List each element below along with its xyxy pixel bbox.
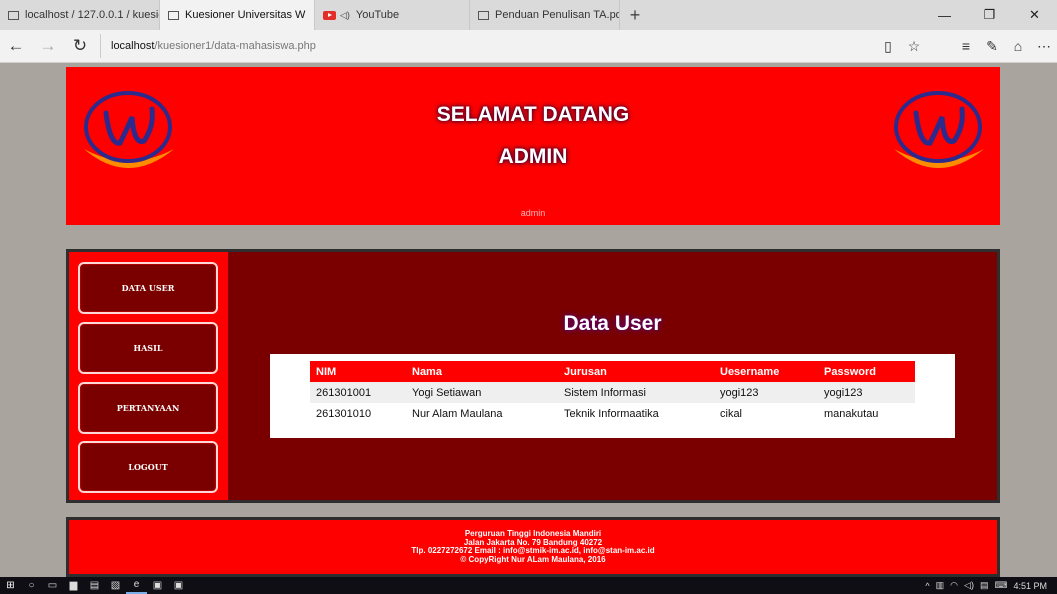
window-controls: — ❐ ✕	[922, 0, 1057, 30]
favorite-star-icon[interactable]: ☆	[901, 38, 927, 55]
sidebar-item-logout[interactable]: LOGOUT	[78, 441, 218, 493]
user-table-container: NIM Nama Jurusan Uesername Password 2613…	[270, 354, 955, 438]
address-bar[interactable]: localhost/kuesioner1/data-mahasiswa.php	[100, 34, 875, 58]
column-header: Uesername	[714, 361, 818, 382]
user-table: NIM Nama Jurusan Uesername Password 2613…	[310, 361, 915, 424]
new-tab-button[interactable]: +	[620, 0, 650, 30]
start-icon[interactable]: ⊞	[0, 577, 21, 594]
page-icon	[478, 10, 489, 20]
address-host: localhost	[111, 40, 155, 52]
back-arrow-icon[interactable]: ←	[0, 30, 32, 63]
browser-tab-bar: localhost / 127.0.0.1 / kuesic Kuesioner…	[0, 0, 1057, 30]
web-note-icon[interactable]: ✎	[979, 38, 1005, 55]
system-tray: ^ ▥ ◠ ◁) ▤ ⌨ 4:51 PM	[925, 580, 1057, 591]
tab-kuesioner[interactable]: Kuesioner Universitas W ✕	[160, 0, 315, 30]
edge-browser-icon[interactable]: e	[126, 577, 147, 594]
table-cell: Nur Alam Maulana	[406, 403, 558, 424]
tab-label: Kuesioner Universitas W	[185, 9, 306, 21]
windows-taskbar: ⊞ ○ ▭ ▆ ▤ ▧ e ▣ ▣ ^ ▥ ◠ ◁) ▤ ⌨ 4:51 PM	[0, 577, 1057, 594]
file-explorer-icon[interactable]: ▆	[63, 577, 84, 594]
sidebar-item-hasil[interactable]: HASIL	[78, 322, 218, 374]
forward-arrow-icon[interactable]: →	[32, 30, 64, 63]
logged-user: admin	[520, 208, 546, 218]
address-toolbar: ← → ↻ localhost/kuesioner1/data-mahasisw…	[0, 30, 1057, 63]
address-path: /kuesioner1/data-mahasiswa.php	[154, 40, 316, 52]
table-cell: 261301010	[310, 403, 406, 424]
volume-icon[interactable]: ◁)	[964, 580, 974, 591]
store-icon[interactable]: ▤	[84, 577, 105, 594]
table-cell: Teknik Informaatika	[558, 403, 714, 424]
tab-label: localhost / 127.0.0.1 / kuesic	[25, 9, 160, 21]
table-cell: Sistem Informasi	[558, 382, 714, 403]
column-header: Password	[818, 361, 915, 382]
page-background: SELAMAT DATANG ADMIN admin DATA USER HAS…	[0, 63, 1057, 577]
chevron-up-icon[interactable]: ^	[925, 581, 929, 591]
keyboard-icon[interactable]: ⌨	[994, 580, 1007, 591]
app-icon[interactable]: ▣	[147, 577, 168, 594]
app-icon[interactable]: ▧	[105, 577, 126, 594]
search-icon[interactable]: ○	[21, 577, 42, 594]
restore-button[interactable]: ❐	[967, 0, 1012, 30]
main-panel: DATA USER HASIL PERTANYAAN LOGOUT Data U…	[66, 249, 1000, 503]
table-cell: yogi123	[818, 382, 915, 403]
table-row: 261301001 Yogi Setiawan Sistem Informasi…	[310, 382, 915, 403]
tab-label: YouTube	[355, 9, 400, 21]
tab-youtube[interactable]: ◁) YouTube	[315, 0, 470, 30]
notification-icon[interactable]: ▤	[980, 580, 989, 591]
more-icon[interactable]: ⋯	[1031, 38, 1057, 55]
page-icon	[8, 10, 19, 20]
table-row: 261301010 Nur Alam Maulana Teknik Inform…	[310, 403, 915, 424]
tab-phpmyadmin[interactable]: localhost / 127.0.0.1 / kuesic	[0, 0, 160, 30]
university-logo-icon	[894, 91, 984, 168]
network-icon[interactable]: ▥	[936, 580, 945, 591]
share-icon[interactable]: ⌂	[1005, 38, 1031, 55]
app-icon[interactable]: ▣	[168, 577, 189, 594]
table-header-row: NIM Nama Jurusan Uesername Password	[310, 361, 915, 382]
welcome-title: SELAMAT DATANG	[436, 103, 630, 126]
minimize-button[interactable]: —	[922, 0, 967, 30]
table-cell: Yogi Setiawan	[406, 382, 558, 403]
hub-icon[interactable]: ≡	[953, 38, 979, 55]
tab-label: Penduan Penulisan TA.pdf	[495, 9, 620, 21]
speaker-icon[interactable]: ◁)	[340, 10, 350, 21]
column-header: Jurusan	[558, 361, 714, 382]
column-header: NIM	[310, 361, 406, 382]
page-icon	[168, 10, 179, 20]
table-cell: 261301001	[310, 382, 406, 403]
youtube-icon	[323, 10, 336, 20]
reading-view-icon[interactable]: ▯	[875, 38, 901, 55]
table-cell: manakutau	[818, 403, 915, 424]
sidebar-item-pertanyaan[interactable]: PERTANYAAN	[78, 382, 218, 434]
page-title: Data User	[563, 312, 662, 335]
role-title: ADMIN	[498, 145, 568, 168]
toolbar-buttons: ▯ ☆ ≡ ✎ ⌂ ⋯	[875, 38, 1057, 55]
site-header: SELAMAT DATANG ADMIN admin	[66, 67, 1000, 225]
column-header: Nama	[406, 361, 558, 382]
sidebar-item-data-user[interactable]: DATA USER	[78, 262, 218, 314]
refresh-icon[interactable]: ↻	[64, 30, 96, 63]
table-cell: cikal	[714, 403, 818, 424]
close-window-button[interactable]: ✕	[1012, 0, 1057, 30]
footer-copyright: © CopyRight Nur ALam Maulana, 2016	[460, 554, 606, 564]
sidebar: DATA USER HASIL PERTANYAAN LOGOUT	[69, 252, 228, 500]
site-footer: Perguruan Tinggi Indonesia Mandiri Jalan…	[66, 517, 1000, 577]
table-cell: yogi123	[714, 382, 818, 403]
clock[interactable]: 4:51 PM	[1013, 581, 1047, 591]
task-view-icon[interactable]: ▭	[42, 577, 63, 594]
wifi-icon[interactable]: ◠	[950, 580, 958, 591]
tab-pdf[interactable]: Penduan Penulisan TA.pdf	[470, 0, 620, 30]
